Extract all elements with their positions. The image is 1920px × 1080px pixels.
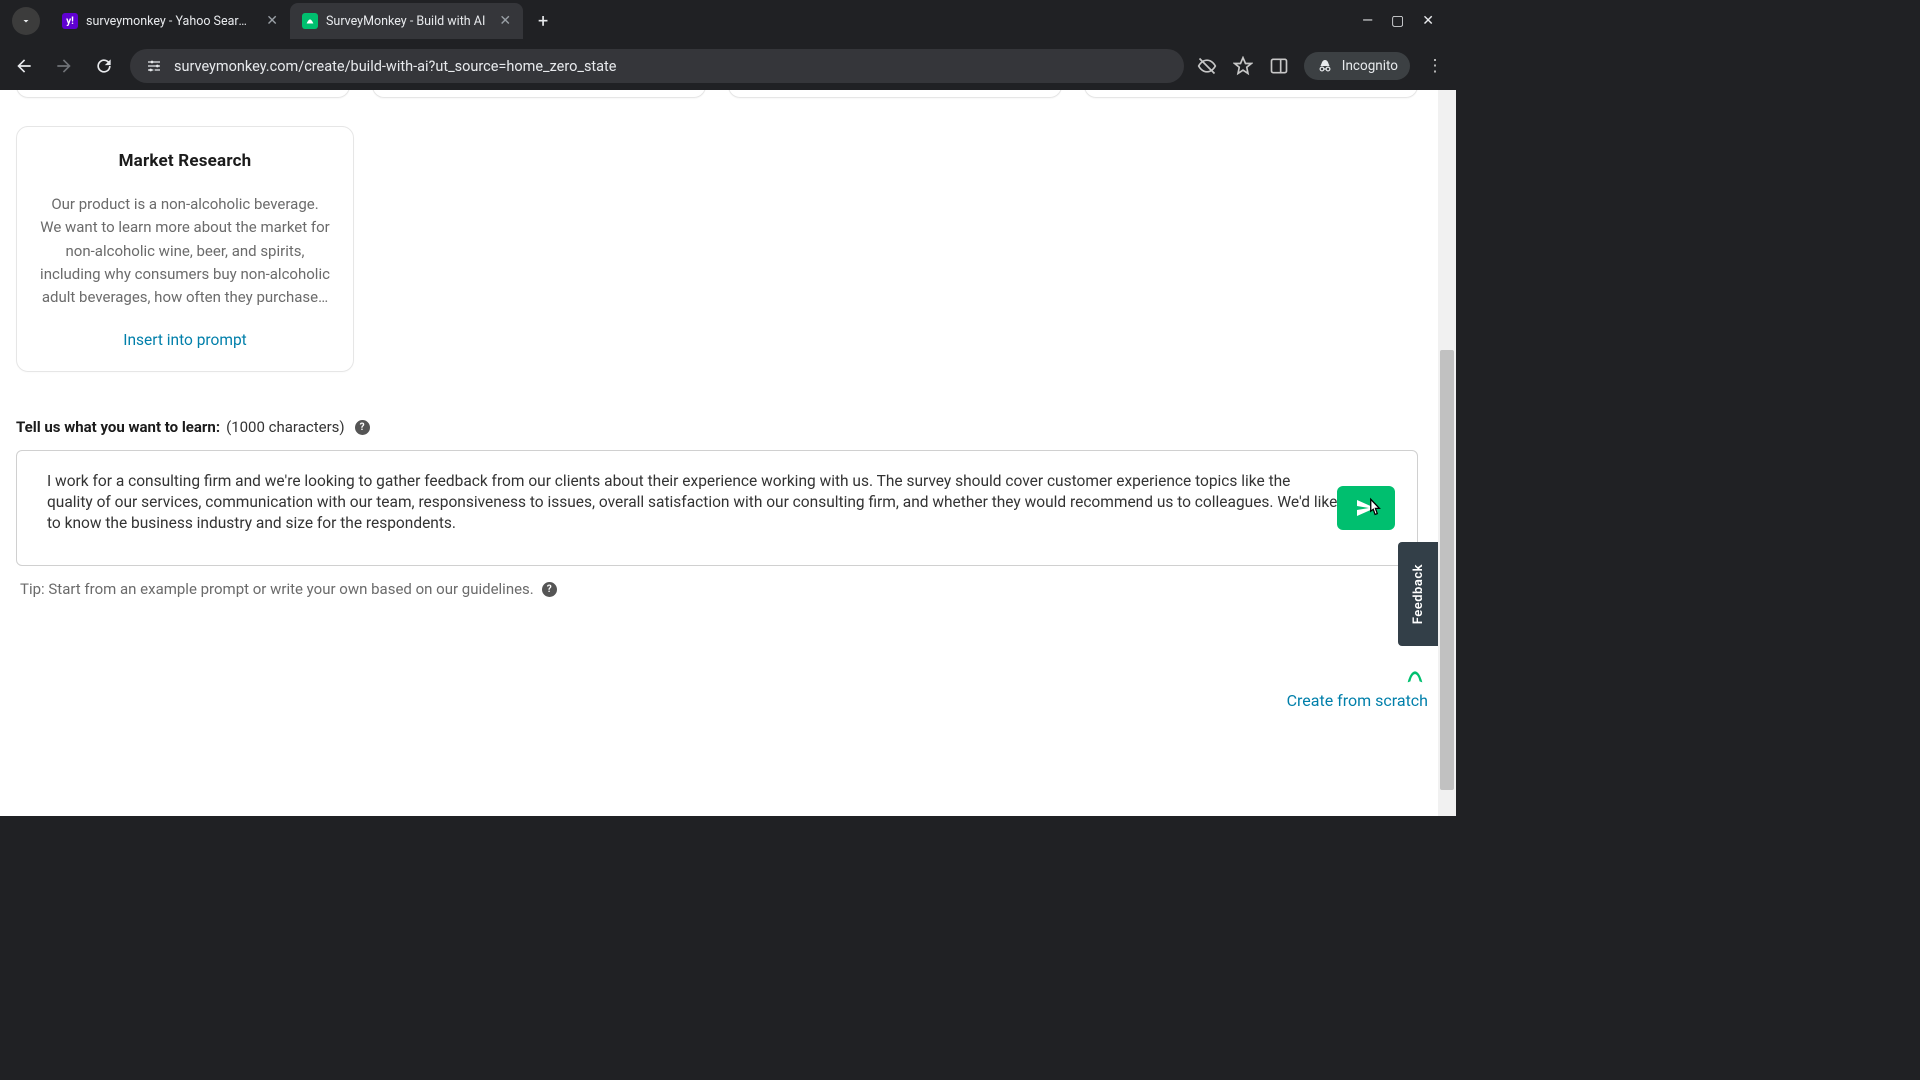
reload-button[interactable] [90,52,118,80]
create-from-scratch-link[interactable]: Create from scratch [1287,691,1428,710]
scrollbar-thumb[interactable] [1440,350,1454,790]
side-panel-icon[interactable] [1268,55,1290,77]
surveymonkey-logo-icon [1404,664,1426,686]
example-card-cutoff [372,90,706,98]
example-card-title: Market Research [39,151,331,171]
prompt-textarea[interactable]: I work for a consulting firm and we're l… [47,471,1339,534]
tab-surveymonkey-build-ai[interactable]: SurveyMonkey - Build with AI ✕ [290,3,523,39]
prompt-tip-text: Tip: Start from an example prompt or wri… [20,580,534,598]
minimize-button[interactable]: — [1362,13,1373,29]
forward-button[interactable] [50,52,78,80]
help-icon[interactable]: ? [355,420,370,435]
prompt-input-container: I work for a consulting firm and we're l… [16,450,1418,566]
incognito-chip[interactable]: Incognito [1304,52,1410,80]
prompt-tip-row: Tip: Start from an example prompt or wri… [16,580,1418,598]
prompt-char-count: (1000 characters) [226,418,345,436]
incognito-label: Incognito [1342,58,1398,74]
address-bar[interactable]: surveymonkey.com/create/build-with-ai?ut… [130,49,1184,83]
browser-chrome: y! surveymonkey - Yahoo Search R ✕ Surve… [0,0,1456,90]
prompt-label: Tell us what you want to learn: [16,418,220,436]
hide-extension-icon[interactable] [1196,55,1218,77]
help-icon[interactable]: ? [542,582,557,597]
example-card-market-research: Market Research Our product is a non-alc… [16,126,354,372]
example-card-cutoff [1084,90,1418,98]
bookmark-icon[interactable] [1232,55,1254,77]
maximize-button[interactable]: ▢ [1391,13,1404,29]
window-controls: — ▢ ✕ [1362,13,1448,29]
close-window-button[interactable]: ✕ [1422,13,1434,29]
site-settings-icon[interactable] [144,56,164,76]
example-card-cutoff [16,90,350,98]
example-card-row-cutoff [12,90,1422,98]
url-text: surveymonkey.com/create/build-with-ai?ut… [174,58,1170,75]
tab-bar: y! surveymonkey - Yahoo Search R ✕ Surve… [0,0,1456,42]
submit-prompt-button[interactable] [1337,486,1395,530]
surveymonkey-favicon-icon [302,13,318,29]
prompt-section: Tell us what you want to learn: (1000 ch… [12,418,1422,598]
prompt-label-row: Tell us what you want to learn: (1000 ch… [16,418,1418,436]
example-card-body: Our product is a non-alcoholic beverage.… [39,193,331,309]
toolbar-right: Incognito ⋮ [1196,52,1446,80]
example-card-cutoff [728,90,1062,98]
back-button[interactable] [10,52,38,80]
feedback-tab[interactable]: Feedback [1398,542,1438,646]
incognito-icon [1316,57,1334,75]
main-content: Market Research Our product is a non-alc… [0,90,1434,816]
insert-into-prompt-link[interactable]: Insert into prompt [39,331,331,349]
tab-yahoo-search[interactable]: y! surveymonkey - Yahoo Search R ✕ [50,3,290,39]
close-icon[interactable]: ✕ [266,13,278,29]
browser-toolbar: surveymonkey.com/create/build-with-ai?ut… [0,42,1456,90]
feedback-label: Feedback [1411,564,1426,624]
scrollbar-track[interactable] [1438,90,1456,816]
close-icon[interactable]: ✕ [499,13,511,29]
yahoo-favicon-icon: y! [62,13,78,29]
new-tab-button[interactable]: + [529,7,557,35]
tab-title: SurveyMonkey - Build with AI [326,14,485,29]
browser-menu-button[interactable]: ⋮ [1424,55,1446,77]
page-content: Market Research Our product is a non-alc… [0,90,1456,816]
tab-search-button[interactable] [12,7,40,35]
send-icon [1354,496,1378,520]
tab-title: surveymonkey - Yahoo Search R [86,14,252,29]
